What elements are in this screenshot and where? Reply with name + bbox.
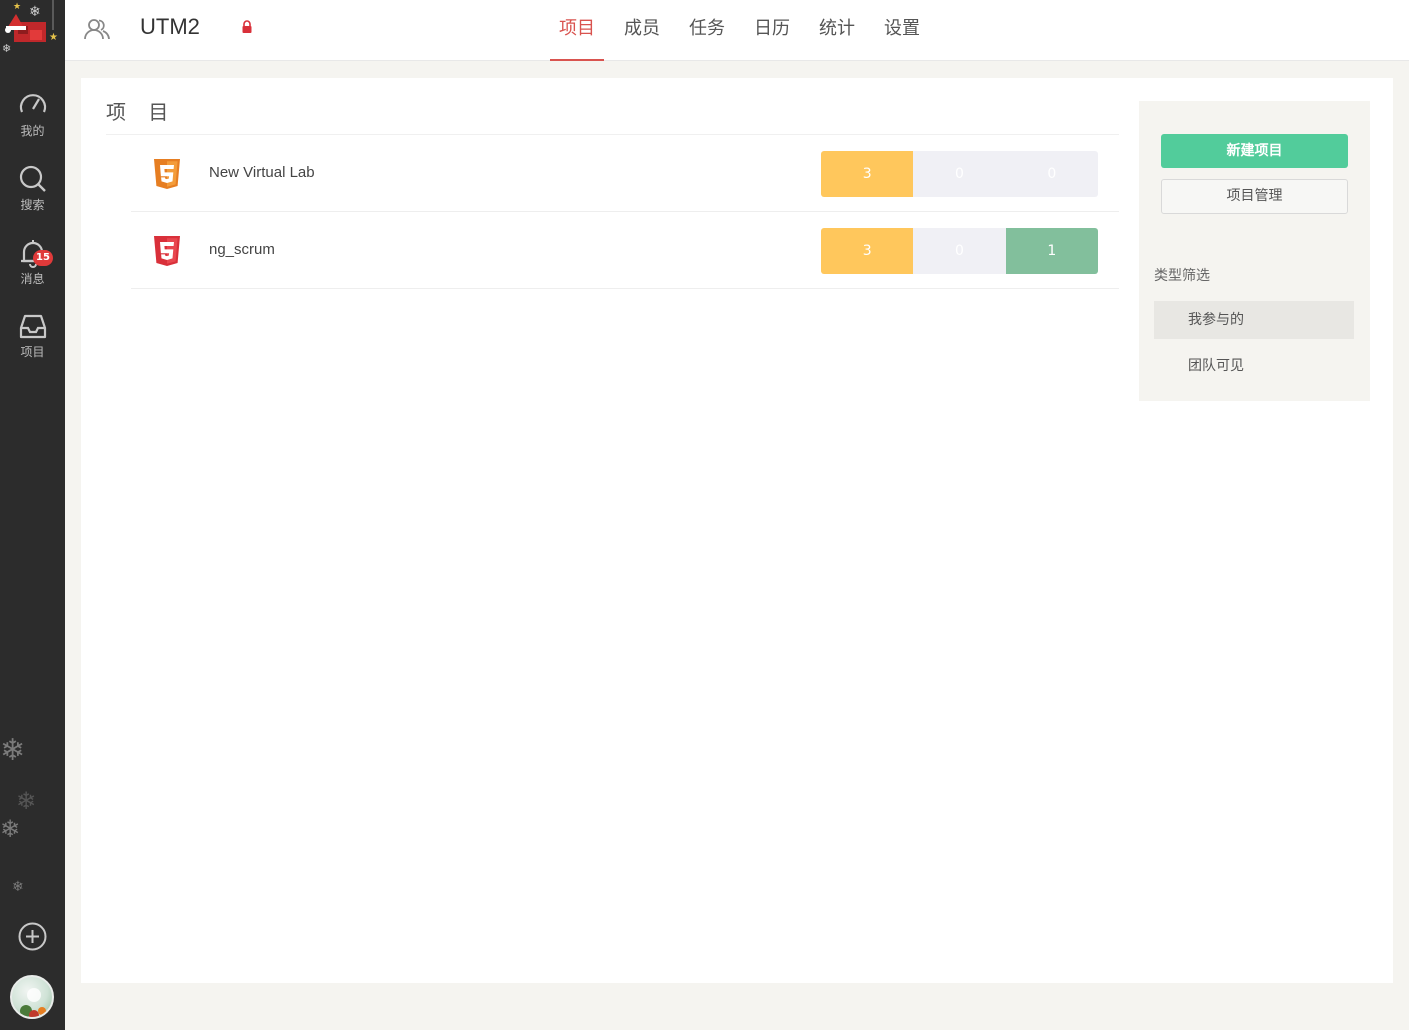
team-icon[interactable] xyxy=(84,17,110,41)
project-name[interactable]: New Virtual Lab xyxy=(209,164,315,181)
snowflake-icon: ❄ xyxy=(0,733,26,768)
project-name[interactable]: ng_scrum xyxy=(209,241,275,258)
app-logo[interactable]: ★ ★ ❄ ❄ xyxy=(0,0,65,60)
main-tabs: 项目 成员 任务 日历 统计 设置 xyxy=(550,0,940,61)
svg-text:★: ★ xyxy=(49,32,58,43)
filter-participating[interactable]: 我参与的 xyxy=(1154,301,1354,339)
sidebar-item-search[interactable]: 搜索 xyxy=(0,164,65,224)
sidebar-item-label: 我的 xyxy=(20,124,45,138)
stat-value: 0 xyxy=(913,228,1006,274)
sidebar-item-projects[interactable]: 项目 xyxy=(0,311,65,371)
tab-members[interactable]: 成员 xyxy=(615,0,669,61)
stat-value: 1 xyxy=(1005,228,1098,274)
dashboard-icon xyxy=(19,94,46,113)
snowflake-icon: ❄ xyxy=(12,879,24,895)
top-header: UTM2 项目 成员 任务 日历 统计 设置 xyxy=(65,0,1409,61)
svg-text:❄: ❄ xyxy=(2,42,11,55)
snowflake-icon: ❄ xyxy=(0,815,21,843)
notification-badge: 15 xyxy=(33,250,53,266)
tab-settings[interactable]: 设置 xyxy=(875,0,929,61)
snowflake-icon: ❄ xyxy=(16,787,37,815)
html5-icon xyxy=(154,159,180,189)
project-row[interactable]: ng_scrum 3 0 1 xyxy=(131,212,1119,289)
sidebar: ★ ★ ❄ ❄ 我的 搜索 15 消息 项目 ❄ ❄ ❄ ❄ xyxy=(0,0,65,1030)
filter-title: 类型筛选 xyxy=(1154,268,1210,284)
sidebar-item-label: 项目 xyxy=(20,345,45,359)
sidebar-item-label: 消息 xyxy=(20,272,45,286)
lock-icon xyxy=(242,20,252,33)
sidebar-item-messages[interactable]: 15 消息 xyxy=(0,238,65,298)
tab-statistics[interactable]: 统计 xyxy=(810,0,864,61)
new-project-button[interactable]: 新建项目 xyxy=(1161,134,1348,168)
search-icon xyxy=(19,165,46,192)
tab-calendar[interactable]: 日历 xyxy=(745,0,799,61)
svg-text:❄: ❄ xyxy=(29,4,41,20)
avatar[interactable] xyxy=(10,975,54,1019)
sidebar-item-label: 搜索 xyxy=(20,198,45,212)
stat-value: 3 xyxy=(821,228,914,274)
add-icon[interactable] xyxy=(18,922,47,951)
filter-panel: 新建项目 项目管理 类型筛选 我参与的 团队可见 xyxy=(1139,101,1370,401)
tab-tasks[interactable]: 任务 xyxy=(680,0,734,61)
inbox-icon xyxy=(19,314,46,339)
project-row[interactable]: New Virtual Lab 3 0 0 xyxy=(131,135,1119,212)
main-panel: 项 目 New Virtual Lab 3 0 0 ng_scrum 3 0 1 xyxy=(81,78,1393,983)
tab-projects[interactable]: 项目 xyxy=(550,0,604,61)
team-name[interactable]: UTM2 xyxy=(140,14,200,40)
svg-text:★: ★ xyxy=(13,2,21,12)
manage-projects-button[interactable]: 项目管理 xyxy=(1161,179,1348,214)
stat-value: 3 xyxy=(821,151,914,197)
project-stats: 3 0 0 xyxy=(821,151,1098,197)
filter-team-visible[interactable]: 团队可见 xyxy=(1154,347,1354,385)
stat-value: 0 xyxy=(913,151,1006,197)
page-title: 项 目 xyxy=(106,100,177,124)
html5-icon xyxy=(154,236,180,266)
project-stats: 3 0 1 xyxy=(821,228,1098,274)
stat-value: 0 xyxy=(1005,151,1098,197)
sidebar-item-mine[interactable]: 我的 xyxy=(0,90,65,150)
